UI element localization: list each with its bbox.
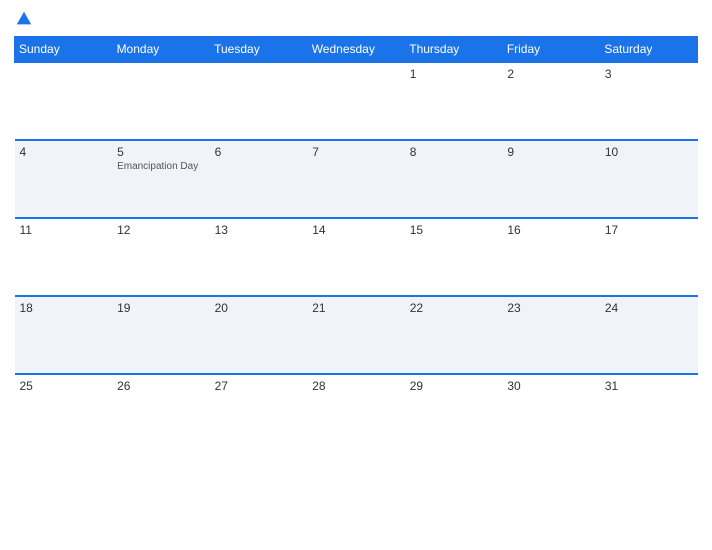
day-cell: 5 Emancipation Day [112,140,210,218]
day-number: 8 [410,145,498,159]
day-number: 17 [605,223,693,237]
day-number: 10 [605,145,693,159]
day-cell [210,62,308,140]
day-cell: 20 [210,296,308,374]
day-number: 19 [117,301,205,315]
day-number: 23 [507,301,595,315]
day-cell: 27 [210,374,308,452]
day-number: 22 [410,301,498,315]
day-cell: 12 [112,218,210,296]
week-row-3: 11 12 13 14 15 16 17 [15,218,698,296]
day-cell: 3 [600,62,698,140]
day-number: 29 [410,379,498,393]
day-number: 7 [312,145,400,159]
day-cell [307,62,405,140]
holiday-name: Emancipation Day [117,161,205,172]
header [14,10,698,28]
day-number: 30 [507,379,595,393]
day-cell: 10 [600,140,698,218]
week-row-4: 18 19 20 21 22 23 24 [15,296,698,374]
day-cell: 4 [15,140,113,218]
weekday-thursday: Thursday [405,37,503,63]
day-cell: 18 [15,296,113,374]
day-cell: 7 [307,140,405,218]
day-cell: 21 [307,296,405,374]
day-cell: 15 [405,218,503,296]
day-number: 15 [410,223,498,237]
day-cell: 16 [502,218,600,296]
day-cell [112,62,210,140]
day-cell: 2 [502,62,600,140]
weekday-sunday: Sunday [15,37,113,63]
calendar-grid: SundayMondayTuesdayWednesdayThursdayFrid… [14,36,698,452]
day-number: 4 [20,145,108,159]
week-row-1: 123 [15,62,698,140]
week-row-2: 45 Emancipation Day 6789 10 [15,140,698,218]
day-cell: 31 [600,374,698,452]
day-number: 21 [312,301,400,315]
day-number: 14 [312,223,400,237]
weekday-friday: Friday [502,37,600,63]
weekday-tuesday: Tuesday [210,37,308,63]
calendar-container: SundayMondayTuesdayWednesdayThursdayFrid… [0,0,712,550]
day-number: 2 [507,67,595,81]
day-cell: 19 [112,296,210,374]
day-cell: 6 [210,140,308,218]
day-number: 12 [117,223,205,237]
day-cell: 9 [502,140,600,218]
day-number: 6 [215,145,303,159]
weekday-monday: Monday [112,37,210,63]
day-cell: 23 [502,296,600,374]
day-number: 20 [215,301,303,315]
day-cell: 14 [307,218,405,296]
day-cell: 13 [210,218,308,296]
day-number: 24 [605,301,693,315]
day-cell: 26 [112,374,210,452]
day-number: 5 [117,145,205,159]
day-cell: 28 [307,374,405,452]
day-cell: 8 [405,140,503,218]
day-number: 13 [215,223,303,237]
day-number: 25 [20,379,108,393]
day-cell [15,62,113,140]
day-cell: 22 [405,296,503,374]
day-cell: 11 [15,218,113,296]
day-cell: 24 [600,296,698,374]
day-number: 28 [312,379,400,393]
weekday-wednesday: Wednesday [307,37,405,63]
day-cell: 30 [502,374,600,452]
day-cell: 29 [405,374,503,452]
week-row-5: 25 26 27 28 29 30 31 [15,374,698,452]
day-number: 18 [20,301,108,315]
day-number: 16 [507,223,595,237]
day-number: 26 [117,379,205,393]
weekday-header-row: SundayMondayTuesdayWednesdayThursdayFrid… [15,37,698,63]
day-number: 3 [605,67,693,81]
day-number: 11 [20,223,108,237]
logo [14,10,33,28]
day-number: 9 [507,145,595,159]
day-number: 1 [410,67,498,81]
weekday-saturday: Saturday [600,37,698,63]
day-number: 27 [215,379,303,393]
logo-icon [15,10,33,28]
day-cell: 1 [405,62,503,140]
day-cell: 17 [600,218,698,296]
day-cell: 25 [15,374,113,452]
day-number: 31 [605,379,693,393]
